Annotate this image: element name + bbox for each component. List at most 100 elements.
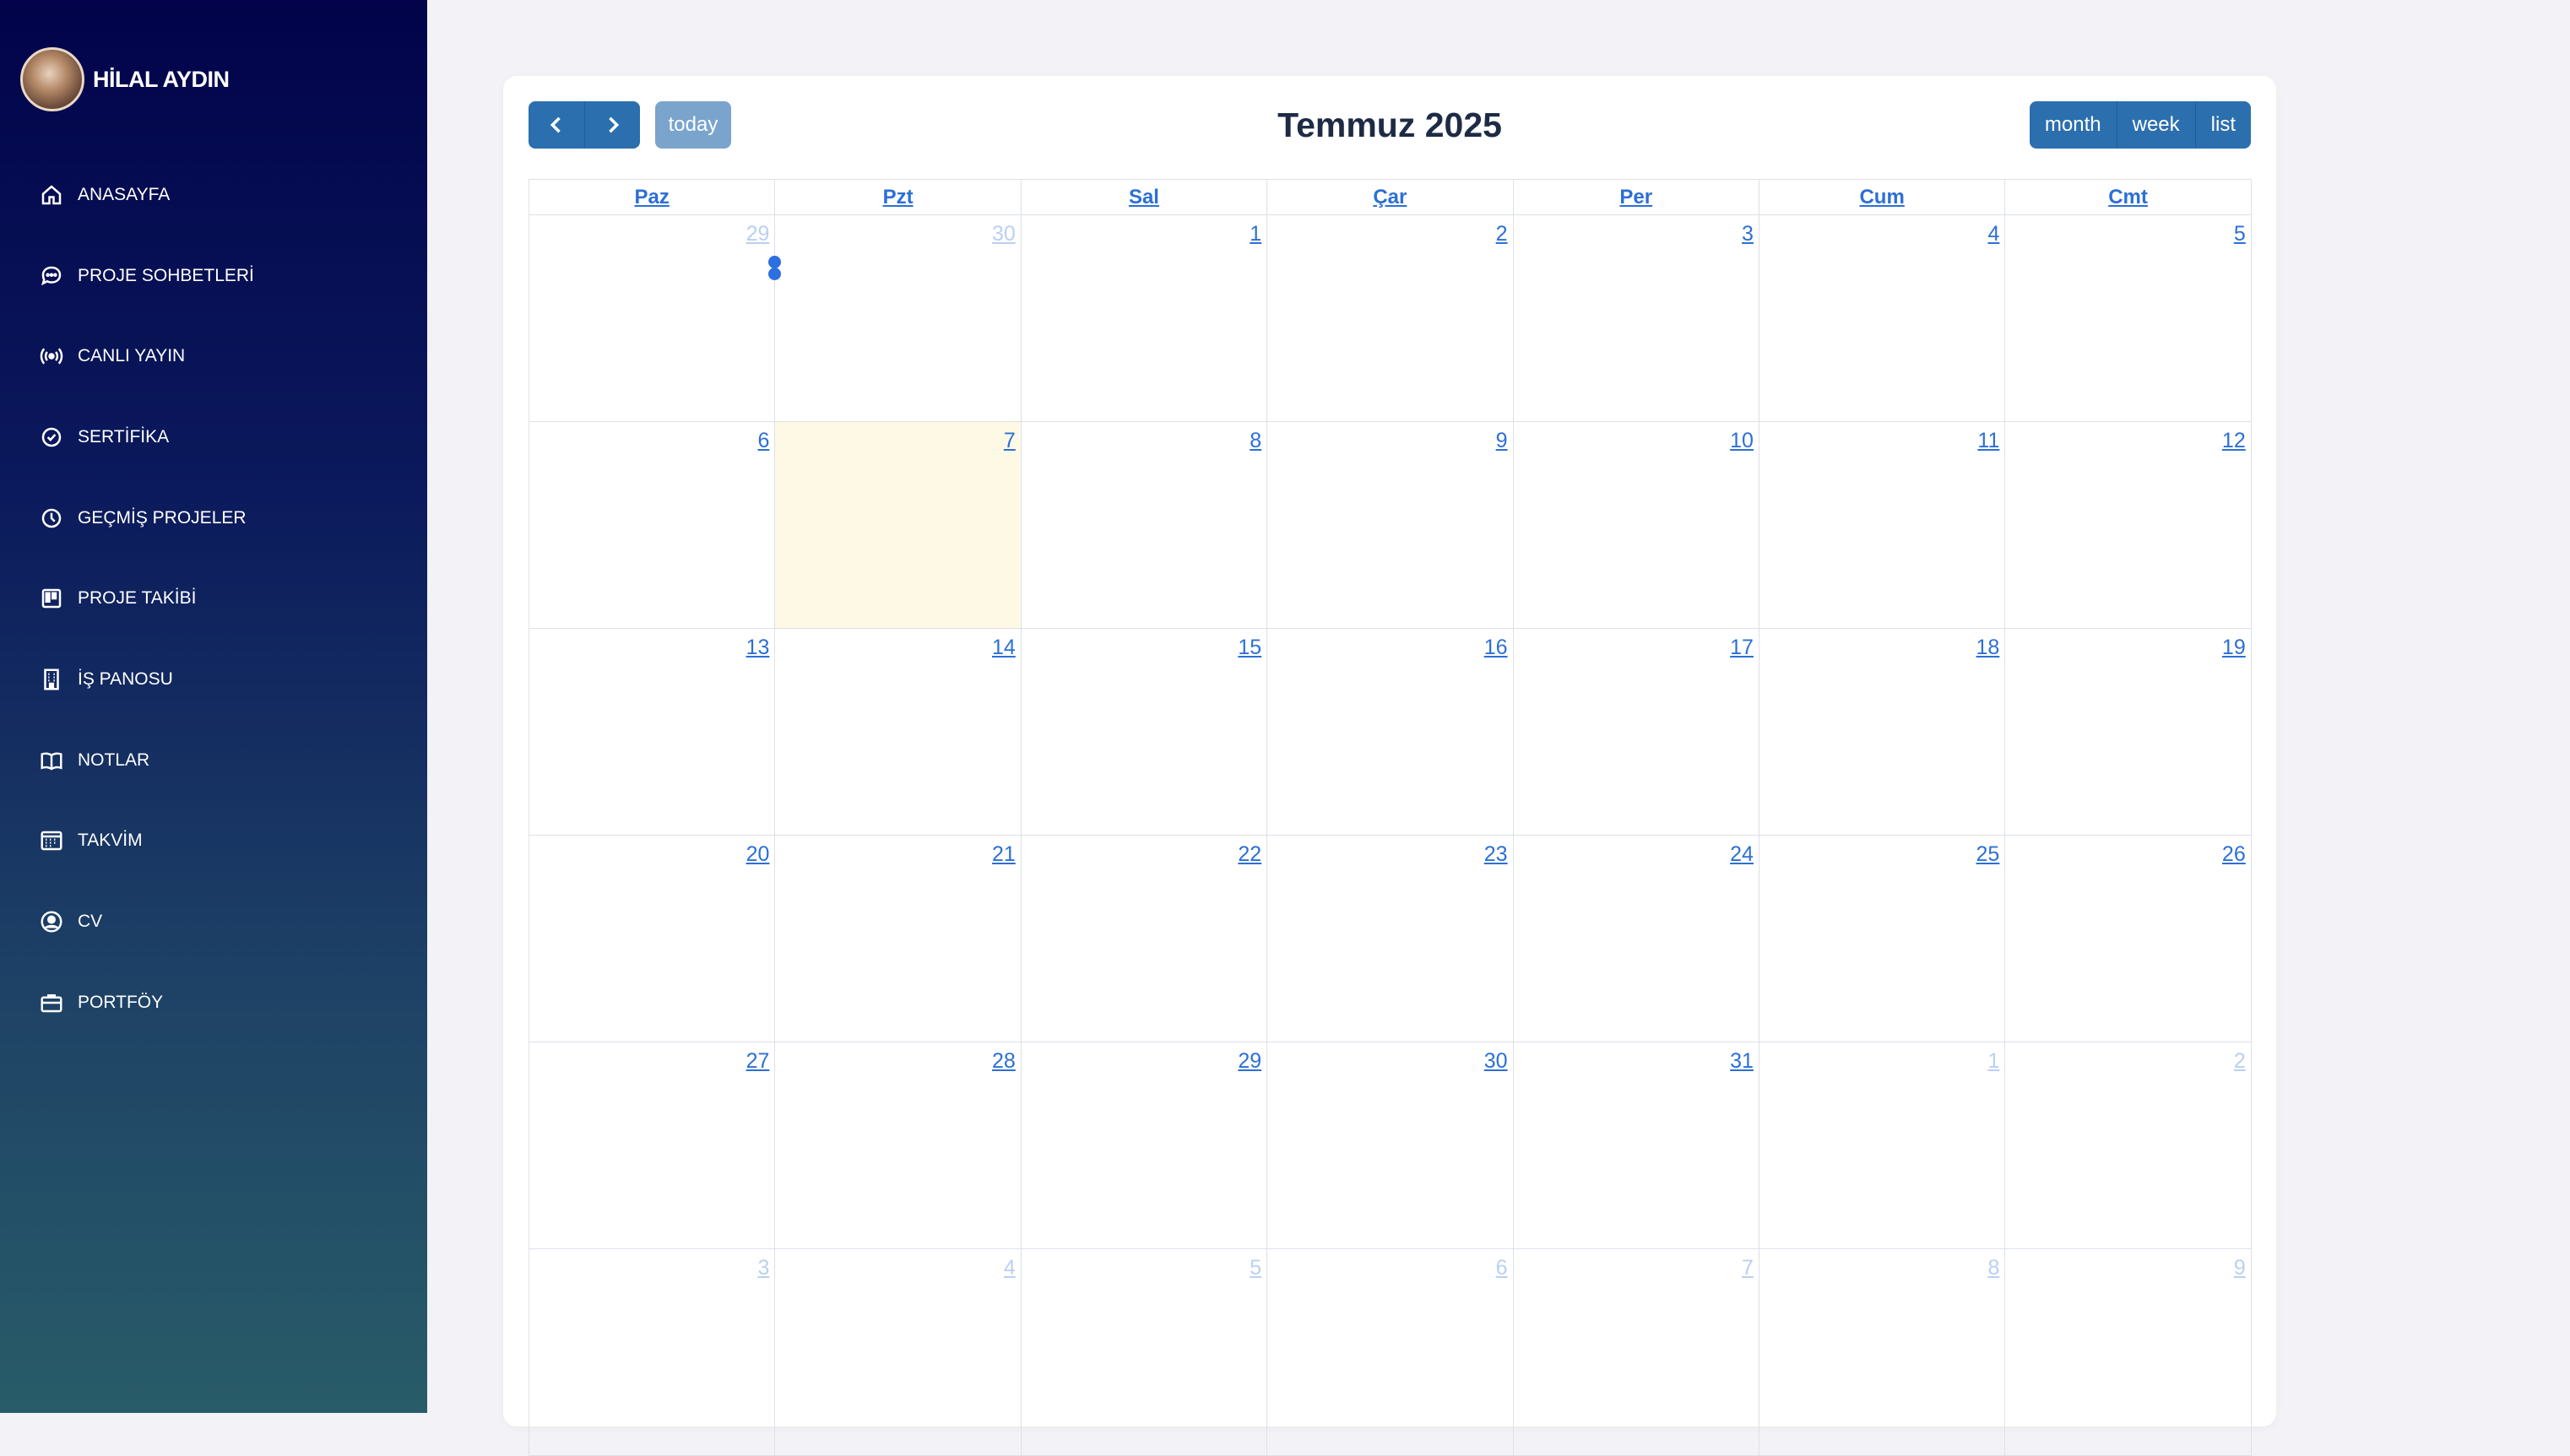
- day-number[interactable]: 29: [746, 222, 770, 246]
- view-week-button[interactable]: week: [2116, 101, 2195, 149]
- today-button[interactable]: today: [655, 101, 731, 149]
- day-number[interactable]: 21: [992, 842, 1016, 867]
- day-cell[interactable]: 8: [1759, 1249, 2006, 1456]
- day-number[interactable]: 7: [1004, 429, 1016, 453]
- day-number[interactable]: 24: [1730, 842, 1754, 867]
- weekday-header[interactable]: Per: [1513, 180, 1759, 215]
- sidebar-item-briefcase[interactable]: PORTFÖY: [0, 962, 427, 1043]
- day-number[interactable]: 5: [2234, 222, 2246, 246]
- prev-month-button[interactable]: [529, 101, 584, 149]
- day-number[interactable]: 29: [1238, 1049, 1261, 1074]
- day-cell[interactable]: 24: [1513, 836, 1759, 1042]
- day-cell[interactable]: 6: [1267, 1249, 1514, 1456]
- weekday-header[interactable]: Sal: [1021, 180, 1268, 215]
- sidebar-item-book[interactable]: NOTLAR: [0, 720, 427, 801]
- day-cell[interactable]: 12: [2005, 422, 2252, 629]
- day-number[interactable]: 10: [1730, 429, 1754, 453]
- day-number[interactable]: 30: [1484, 1049, 1508, 1074]
- next-month-button[interactable]: [584, 101, 640, 149]
- day-number[interactable]: 8: [1250, 429, 1261, 453]
- day-number[interactable]: 17: [1730, 636, 1754, 660]
- day-number[interactable]: 7: [1742, 1256, 1754, 1280]
- sidebar-item-broadcast[interactable]: CANLI YAYIN: [0, 316, 427, 397]
- day-cell[interactable]: 9: [2005, 1249, 2252, 1456]
- sidebar-item-calendar[interactable]: TAKVİM: [0, 801, 427, 882]
- day-number[interactable]: 6: [1496, 1256, 1508, 1280]
- day-number[interactable]: 1: [1250, 222, 1261, 246]
- day-cell[interactable]: 2: [1267, 215, 1514, 422]
- day-cell[interactable]: 30: [1267, 1042, 1514, 1249]
- day-cell[interactable]: 26: [2005, 836, 2252, 1042]
- day-number[interactable]: 9: [2234, 1256, 2246, 1280]
- weekday-header[interactable]: Pzt: [775, 180, 1022, 215]
- day-cell[interactable]: 3: [529, 1249, 776, 1456]
- day-cell[interactable]: 10: [1513, 422, 1759, 629]
- sidebar-item-chat[interactable]: PROJE SOHBETLERİ: [0, 235, 427, 317]
- day-number[interactable]: 8: [1987, 1256, 1999, 1280]
- sidebar-item-certificate[interactable]: SERTİFİKA: [0, 397, 427, 478]
- day-cell[interactable]: 18: [1759, 629, 2006, 836]
- weekday-header[interactable]: Cmt: [2005, 180, 2252, 215]
- day-cell[interactable]: 5: [1021, 1249, 1268, 1456]
- day-cell[interactable]: 14: [775, 629, 1022, 836]
- day-cell-today[interactable]: 7: [775, 422, 1022, 629]
- weekday-header[interactable]: Çar: [1267, 180, 1514, 215]
- day-cell[interactable]: 6: [529, 422, 776, 629]
- day-number[interactable]: 23: [1484, 842, 1508, 867]
- day-cell[interactable]: 11: [1759, 422, 2006, 629]
- day-cell[interactable]: 17: [1513, 629, 1759, 836]
- day-number[interactable]: 4: [1004, 1256, 1016, 1280]
- day-number[interactable]: 18: [1976, 636, 2000, 660]
- day-number[interactable]: 20: [746, 842, 770, 867]
- day-cell[interactable]: 25: [1759, 836, 2006, 1042]
- day-cell[interactable]: 22: [1021, 836, 1268, 1042]
- day-cell[interactable]: 29: [529, 215, 782, 422]
- day-number[interactable]: 28: [992, 1049, 1016, 1074]
- day-number[interactable]: 19: [2222, 636, 2246, 660]
- day-cell[interactable]: 15: [1021, 629, 1268, 836]
- day-cell[interactable]: 3: [1513, 215, 1759, 422]
- day-cell[interactable]: 4: [1759, 215, 2006, 422]
- day-cell[interactable]: 8: [1021, 422, 1268, 629]
- day-number[interactable]: 30: [992, 222, 1016, 246]
- day-number[interactable]: 14: [992, 636, 1016, 660]
- day-number[interactable]: 12: [2222, 429, 2246, 453]
- day-cell[interactable]: 4: [775, 1249, 1022, 1456]
- day-number[interactable]: 13: [746, 636, 770, 660]
- day-cell[interactable]: 5: [2005, 215, 2252, 422]
- day-cell[interactable]: 2: [2005, 1042, 2252, 1249]
- day-cell[interactable]: 28: [775, 1042, 1022, 1249]
- sidebar-item-history[interactable]: GEÇMİŞ PROJELER: [0, 478, 427, 559]
- day-cell[interactable]: 13: [529, 629, 776, 836]
- day-number[interactable]: 27: [746, 1049, 770, 1074]
- sidebar-item-user-circle[interactable]: CV: [0, 881, 427, 962]
- day-number[interactable]: 16: [1484, 636, 1508, 660]
- day-number[interactable]: 26: [2222, 842, 2246, 867]
- day-number[interactable]: 9: [1496, 429, 1508, 453]
- weekday-header[interactable]: Paz: [529, 180, 776, 215]
- avatar[interactable]: [20, 47, 84, 111]
- day-cell[interactable]: 27: [529, 1042, 776, 1249]
- view-month-button[interactable]: month: [2029, 101, 2117, 149]
- day-cell[interactable]: 19: [2005, 629, 2252, 836]
- weekday-header[interactable]: Cum: [1759, 180, 2006, 215]
- sidebar-item-building[interactable]: İŞ PANOSU: [0, 639, 427, 720]
- day-number[interactable]: 3: [757, 1256, 769, 1280]
- sidebar-item-kanban[interactable]: PROJE TAKİBİ: [0, 558, 427, 639]
- day-number[interactable]: 1: [1987, 1049, 1999, 1074]
- day-cell[interactable]: 20: [529, 836, 776, 1042]
- day-number[interactable]: 2: [2234, 1049, 2246, 1074]
- profile[interactable]: HİLAL AYDIN: [20, 47, 230, 111]
- day-number[interactable]: 3: [1742, 222, 1754, 246]
- day-number[interactable]: 25: [1976, 842, 2000, 867]
- day-number[interactable]: 4: [1987, 222, 1999, 246]
- day-cell[interactable]: 29: [1021, 1042, 1268, 1249]
- day-number[interactable]: 15: [1238, 636, 1261, 660]
- sidebar-item-home[interactable]: ANASAYFA: [0, 154, 427, 235]
- day-cell[interactable]: 9: [1267, 422, 1514, 629]
- view-list-button[interactable]: list: [2194, 101, 2251, 149]
- day-number[interactable]: 22: [1238, 842, 1261, 867]
- day-number[interactable]: 6: [757, 429, 769, 453]
- day-cell[interactable]: 16: [1267, 629, 1514, 836]
- day-number[interactable]: 2: [1496, 222, 1508, 246]
